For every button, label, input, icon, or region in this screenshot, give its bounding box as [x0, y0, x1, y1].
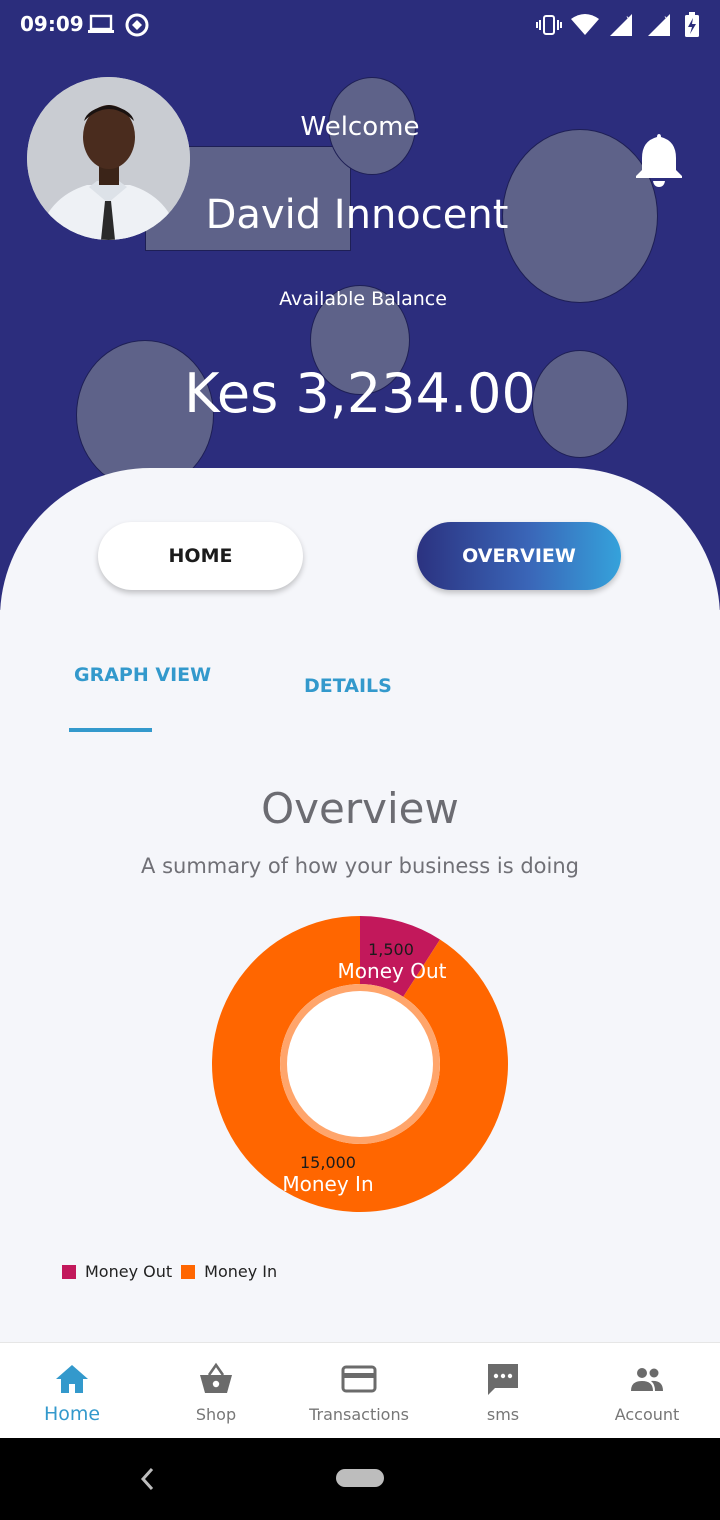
signal-icon-2: x [648, 14, 670, 36]
nav-item-home[interactable]: Home [0, 1343, 144, 1439]
bell-icon[interactable] [632, 130, 686, 190]
legend-label: Money In [204, 1262, 278, 1281]
credit-card-icon [341, 1365, 377, 1393]
signal-icon: x [610, 14, 632, 36]
nav-item-account[interactable]: Account [575, 1343, 719, 1439]
tab-indicator [69, 728, 152, 732]
nav-label-transactions: Transactions [309, 1405, 409, 1424]
nav-label-home: Home [43, 1403, 101, 1425]
overview-toggle-button[interactable]: OVERVIEW [417, 522, 621, 590]
balance-value: Kes 3,234.00 [184, 362, 536, 425]
nav-label-account: Account [614, 1405, 680, 1424]
nav-item-transactions[interactable]: Transactions [287, 1343, 431, 1439]
donut-value-label: 1,500 [368, 940, 414, 959]
basket-icon [200, 1362, 232, 1393]
nav-label-sms: sms [486, 1405, 520, 1424]
legend-item: Money In [181, 1262, 277, 1281]
legend-swatch [62, 1264, 76, 1279]
laptop-icon [88, 14, 114, 33]
tab-graph-view[interactable]: GRAPH VIEW [74, 664, 211, 686]
nav-item-sms[interactable]: sms [431, 1343, 575, 1439]
status-icons: x x [536, 10, 700, 40]
svg-text:x: x [626, 14, 632, 25]
home-pill[interactable] [336, 1469, 384, 1487]
nav-label-shop: Shop [195, 1405, 237, 1424]
legend-swatch [181, 1264, 196, 1279]
balance-label: Available Balance [279, 288, 447, 310]
chat-icon [488, 1364, 518, 1395]
welcome-text: Welcome [300, 112, 420, 142]
home-icon [56, 1365, 88, 1393]
donut-chart: 1,500Money Out 15,000Money In [212, 916, 509, 1212]
content-panel: HOME OVERVIEW GRAPH VIEW DETAILS Overvie… [0, 468, 720, 1342]
nav-item-shop[interactable]: Shop [144, 1343, 288, 1439]
legend-label: Money Out [85, 1262, 173, 1281]
battery-charging-icon [685, 12, 699, 37]
chart-legend: Money Out Money In [62, 1262, 286, 1281]
user-name: David Innocent [205, 192, 509, 238]
wifi-icon [571, 14, 599, 35]
back-icon[interactable] [138, 1466, 156, 1492]
donut-value-label: 15,000 [300, 1153, 356, 1172]
overview-title: Overview [261, 784, 459, 833]
donut-hole [287, 991, 433, 1137]
sync-icon [125, 13, 149, 37]
donut-category-label: Money Out [338, 959, 447, 983]
svg-text:x: x [664, 14, 670, 25]
donut-category-label: Money In [282, 1172, 373, 1196]
legend-item: Money Out [62, 1262, 172, 1281]
overview-subtitle: A summary of how your business is doing [141, 854, 579, 878]
vibrate-icon [536, 15, 562, 35]
status-bar: 09:09 x x [0, 0, 720, 50]
people-icon [631, 1368, 663, 1391]
tab-details[interactable]: DETAILS [304, 675, 392, 697]
status-time: 09:09 [20, 12, 84, 36]
home-toggle-button[interactable]: HOME [98, 522, 303, 590]
bottom-nav: Home Shop Transactions sms Account [0, 1342, 720, 1438]
system-nav-bar [0, 1438, 720, 1520]
